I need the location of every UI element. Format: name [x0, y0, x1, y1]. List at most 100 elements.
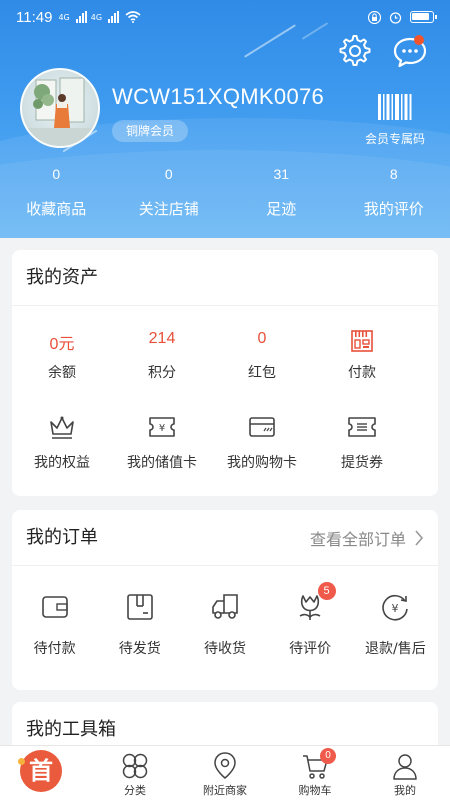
avatar[interactable] [20, 68, 100, 148]
assets-card: 我的资产 0元 余额 214 积分 0 红包 付款 我的权益 ¥ 我的储值卡 我… [12, 250, 438, 496]
order-label: 待付款 [33, 641, 76, 657]
assets-title: 我的资产 [12, 250, 438, 306]
signal-icon [75, 11, 87, 23]
cart-icon [270, 746, 360, 782]
asset-balance[interactable]: 0元 余额 [12, 330, 112, 382]
assets-row: 我的权益 ¥ 我的储值卡 我的购物卡 提货券 [12, 412, 438, 472]
shopping-card-icon [212, 412, 312, 442]
stored-value-card[interactable]: ¥ 我的储值卡 [112, 412, 212, 472]
stat-value: 0 [164, 166, 173, 182]
profile-header: 11:49 4G 4G WCW151XQMK0076 铜牌会员 会员专属码 0 … [0, 0, 450, 238]
home-icon: 首 [18, 750, 62, 792]
asset-value: 0元 [49, 336, 75, 353]
member-level-badge[interactable]: 铜牌会员 [112, 120, 189, 142]
assets-row: 0元 余额 214 积分 0 红包 付款 [12, 330, 438, 382]
crown-icon [12, 412, 112, 442]
barcode-icon [378, 94, 412, 120]
nav-home[interactable]: 首 [0, 746, 90, 800]
nav-label: 购物车 [298, 784, 332, 797]
nav-category[interactable]: 分类 [90, 746, 180, 800]
bottom-nav: 首 分类 附近商家 0 购物车 我的 [0, 745, 450, 800]
shopping-card[interactable]: 我的购物卡 [212, 412, 312, 472]
wallet-icon [12, 590, 97, 624]
username: WCW151XQMK0076 [112, 84, 325, 109]
my-benefits[interactable]: 我的权益 [12, 412, 112, 472]
stat-followed-shops[interactable]: 0 关注店铺 [113, 166, 226, 219]
stat-value: 8 [389, 166, 398, 182]
view-all-orders-link[interactable]: 查看全部订单 [310, 526, 424, 550]
stat-reviews[interactable]: 8 我的评价 [338, 166, 450, 219]
alarm-icon [389, 11, 402, 24]
battery-icon [410, 11, 437, 23]
stat-label: 足迹 [266, 200, 297, 218]
order-pending-receipt[interactable]: 待收货 [182, 590, 267, 658]
tool-label: 我的权益 [34, 455, 90, 471]
nav-label: 附近商家 [203, 784, 247, 797]
asset-label: 余额 [48, 365, 76, 381]
lock-icon [368, 10, 381, 24]
member-code-button[interactable]: 会员专属码 [360, 92, 430, 146]
asset-payment[interactable]: 付款 [312, 330, 412, 382]
status-bar: 11:49 4G 4G [0, 0, 450, 34]
order-pending-payment[interactable]: 待付款 [12, 590, 97, 658]
order-refund-aftersale[interactable]: ¥ 退款/售后 [353, 590, 438, 658]
order-status-row: 待付款 待发货 待收货 5 待评价 ¥ 退款/售后 [12, 582, 438, 658]
nav-mine[interactable]: 我的 [360, 746, 450, 800]
cart-count-badge: 0 [320, 748, 336, 764]
order-label: 待发货 [118, 641, 161, 657]
voucher-icon [312, 412, 412, 442]
stat-label: 我的评价 [363, 200, 424, 218]
stat-label: 关注店铺 [138, 200, 199, 218]
review-count-badge: 5 [317, 582, 336, 600]
nav-label: 分类 [124, 784, 146, 797]
tool-label: 我的储值卡 [127, 455, 197, 471]
nav-cart[interactable]: 0 购物车 [270, 746, 360, 800]
signal-icon [108, 11, 120, 23]
svg-text:¥: ¥ [159, 423, 165, 434]
truck-icon [182, 590, 267, 624]
qr-payment-icon [312, 330, 412, 352]
asset-red-packet[interactable]: 0 红包 [212, 330, 312, 382]
stat-label: 收藏商品 [26, 200, 87, 218]
view-all-label: 查看全部订单 [309, 530, 406, 549]
order-label: 退款/售后 [364, 641, 426, 657]
order-pending-shipment[interactable]: 待发货 [97, 590, 182, 658]
tool-label: 我的购物卡 [227, 455, 297, 471]
stat-value: 0 [52, 166, 61, 182]
clover-icon [90, 746, 180, 782]
stat-footprints[interactable]: 31 足迹 [225, 166, 338, 219]
profile-stats: 0 收藏商品 0 关注店铺 31 足迹 8 我的评价 [0, 166, 450, 219]
order-pending-review[interactable]: 5 待评价 [268, 582, 353, 658]
user-icon [360, 746, 450, 782]
asset-value: 0 [257, 330, 267, 347]
tool-label: 提货券 [341, 455, 383, 471]
chevron-right-icon [415, 530, 424, 546]
asset-label: 积分 [148, 365, 176, 381]
network-label: 4G [58, 12, 70, 22]
member-code-label: 会员专属码 [364, 132, 425, 146]
unread-dot [414, 35, 424, 45]
network-label: 4G [90, 12, 103, 22]
package-icon [97, 590, 182, 624]
refund-icon: ¥ [353, 590, 438, 624]
order-label: 待评价 [289, 641, 332, 657]
asset-value: 214 [148, 330, 176, 347]
status-time: 11:49 [16, 8, 53, 26]
location-pin-icon [180, 746, 270, 782]
wifi-icon [125, 11, 141, 23]
pickup-voucher[interactable]: 提货券 [312, 412, 412, 472]
asset-points[interactable]: 214 积分 [112, 330, 212, 382]
gear-icon[interactable] [338, 34, 372, 68]
yuan-card-icon: ¥ [112, 412, 212, 442]
asset-label: 付款 [348, 365, 376, 381]
orders-card: 我的订单 查看全部订单 待付款 待发货 待收货 5 待评价 ¥ 退款/售后 [12, 510, 438, 690]
stat-favorites[interactable]: 0 收藏商品 [0, 166, 113, 219]
svg-text:¥: ¥ [392, 602, 399, 615]
flower-icon [268, 590, 353, 624]
stat-value: 31 [273, 166, 290, 182]
asset-label: 红包 [248, 365, 276, 381]
order-label: 待收货 [203, 641, 246, 657]
nav-label: 我的 [394, 784, 416, 797]
nav-nearby[interactable]: 附近商家 [180, 746, 270, 800]
avatar-image [28, 77, 92, 146]
